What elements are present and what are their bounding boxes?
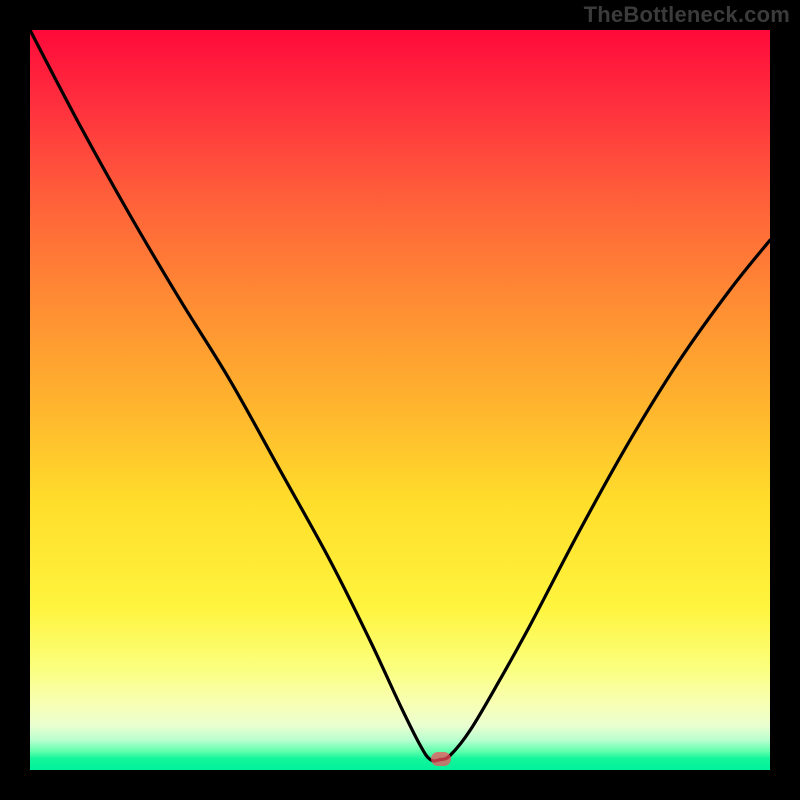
chart-frame: TheBottleneck.com [0, 0, 800, 800]
optimum-marker [431, 752, 451, 766]
plot-area [30, 30, 770, 770]
curve-svg [30, 30, 770, 770]
watermark-text: TheBottleneck.com [584, 2, 790, 28]
bottleneck-curve [30, 30, 770, 761]
